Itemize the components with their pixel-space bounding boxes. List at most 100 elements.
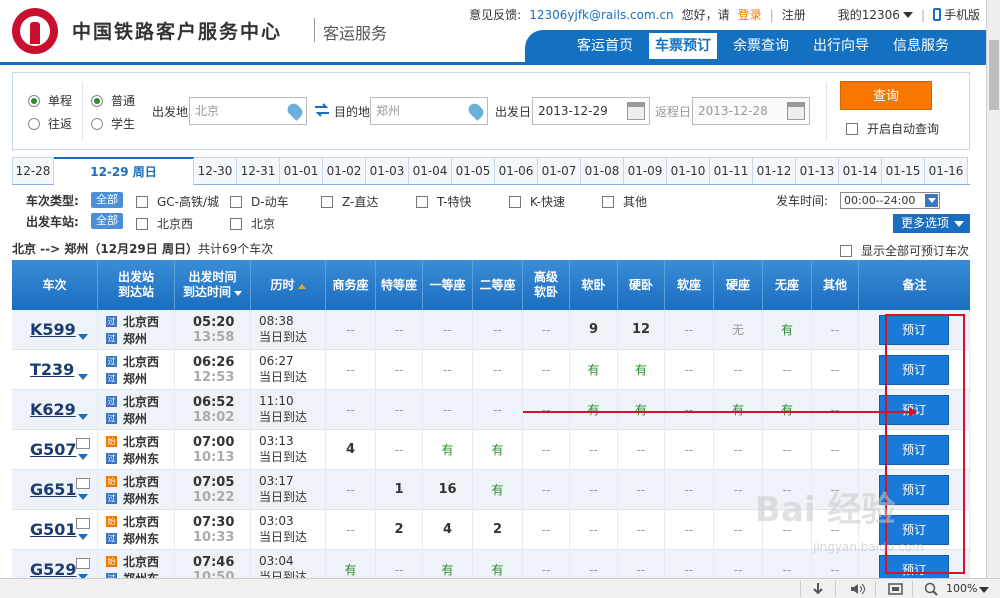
train-number-link[interactable]: G651 [30, 480, 77, 499]
nav-home[interactable]: 客运首页 [565, 33, 645, 59]
vertical-scrollbar[interactable] [986, 0, 1000, 578]
register-link[interactable]: 注册 [782, 6, 806, 23]
train-number-link[interactable]: T239 [30, 360, 74, 379]
to-input[interactable]: 郑州 [370, 97, 488, 125]
location-pin-icon[interactable] [466, 101, 486, 121]
nav-info-service[interactable]: 信息服务 [881, 33, 961, 59]
seat-availability: 9 [570, 310, 618, 349]
date-tab[interactable]: 01-06 [495, 157, 538, 184]
swap-icon[interactable] [314, 103, 330, 117]
radio-one-way[interactable]: 单程 [28, 92, 72, 109]
login-link[interactable]: 登录 [738, 6, 762, 23]
train-number-link[interactable]: G507 [30, 440, 77, 459]
train-number-link[interactable]: K629 [30, 400, 76, 419]
chevron-down-icon[interactable] [78, 454, 88, 460]
book-button[interactable]: 预订 [879, 434, 949, 465]
book-button[interactable]: 预订 [879, 314, 949, 345]
all-types-button[interactable]: 全部 [91, 192, 123, 208]
speaker-icon[interactable] [850, 582, 866, 596]
calendar-icon[interactable] [627, 102, 645, 120]
return-date-input[interactable]: 2013-12-28 [692, 97, 810, 125]
filter-station-beijing[interactable]: 北京 [230, 215, 275, 232]
arrival-day: 当日到达 [259, 570, 308, 578]
phone-icon [932, 8, 941, 21]
radio-student[interactable]: 学生 [91, 115, 135, 132]
book-button[interactable]: 预订 [879, 354, 949, 385]
date-tab[interactable]: 01-13 [796, 157, 839, 184]
nav-travel-guide[interactable]: 出行向导 [801, 33, 881, 59]
feedback-email-link[interactable]: 12306yjfk@rails.com.cn [529, 8, 673, 22]
query-button[interactable]: 查询 [840, 81, 932, 110]
date-tab[interactable]: 01-14 [839, 157, 882, 184]
seat-availability: 2 [376, 510, 423, 549]
train-number-link[interactable]: G529 [30, 560, 77, 578]
to-station: 过郑州东 [106, 490, 159, 507]
column-header[interactable]: 出发时间 到达时间 [175, 260, 251, 310]
mobile-link[interactable]: 手机版 [932, 6, 980, 23]
filter-t[interactable]: T-特快 [416, 193, 472, 210]
more-options-button[interactable]: 更多选项 [893, 214, 970, 233]
chevron-down-icon[interactable] [78, 334, 88, 340]
filter-d[interactable]: D-动车 [230, 193, 289, 210]
filter-gc[interactable]: GC-高铁/城 [136, 193, 219, 210]
railway-logo-icon[interactable] [12, 8, 58, 54]
date-tab[interactable]: 01-07 [538, 157, 581, 184]
radio-normal[interactable]: 普通 [91, 92, 135, 109]
sort-up-icon [297, 283, 306, 289]
chevron-down-icon[interactable] [78, 374, 88, 380]
show-all-bookable-checkbox[interactable]: 显示全部可预订车次 [840, 242, 969, 259]
depart-date-input[interactable]: 2013-12-29 [532, 97, 650, 125]
zoom-level[interactable]: 100% [946, 582, 977, 595]
date-tab[interactable]: 01-16 [925, 157, 968, 184]
date-tab[interactable]: 01-08 [581, 157, 624, 184]
train-number-link[interactable]: G501 [30, 520, 77, 539]
date-tab[interactable]: 01-10 [667, 157, 710, 184]
column-header: 软座 [665, 260, 714, 310]
date-tab[interactable]: 01-01 [280, 157, 323, 184]
scrollbar-thumb[interactable] [989, 40, 999, 110]
filter-z[interactable]: Z-直达 [321, 193, 378, 210]
date-tab[interactable]: 01-04 [409, 157, 452, 184]
nav-ticket-booking[interactable]: 车票预订 [649, 33, 717, 59]
calendar-icon[interactable] [787, 102, 805, 120]
date-tab[interactable]: 01-12 [753, 157, 796, 184]
all-stations-button[interactable]: 全部 [91, 213, 123, 229]
station-badge-icon: 过 [106, 315, 117, 327]
date-tab[interactable]: 01-15 [882, 157, 925, 184]
filter-other[interactable]: 其他 [602, 193, 647, 210]
chevron-down-icon[interactable] [78, 534, 88, 540]
seat-availability: -- [326, 350, 376, 389]
date-tab-active[interactable]: 12-29 周日 [54, 157, 194, 185]
my12306-menu[interactable]: 我的12306 [838, 6, 913, 23]
zoom-icon[interactable] [924, 582, 938, 596]
date-tab[interactable]: 01-03 [366, 157, 409, 184]
date-tab[interactable]: 12-30 [194, 157, 237, 184]
filter-station-beijingxi[interactable]: 北京西 [136, 215, 193, 232]
seat-availability: 2 [473, 510, 523, 549]
chevron-down-icon[interactable] [78, 414, 88, 420]
compatibility-view-icon[interactable] [888, 582, 904, 596]
depart-time: 07:05 [193, 474, 235, 490]
auto-query-checkbox[interactable]: 开启自动查询 [846, 120, 939, 137]
depart-time-select[interactable]: 00:00--24:00 [840, 192, 940, 209]
date-tab[interactable]: 01-11 [710, 157, 753, 184]
date-tab[interactable]: 12-31 [237, 157, 280, 184]
checkbox-icon [602, 195, 614, 208]
date-tab[interactable]: 12-28 [12, 157, 54, 184]
chevron-down-icon[interactable] [78, 494, 88, 500]
date-tab[interactable]: 01-05 [452, 157, 495, 184]
date-tab[interactable]: 01-02 [323, 157, 366, 184]
chevron-down-icon[interactable] [979, 587, 989, 593]
download-icon[interactable] [812, 582, 824, 596]
seat-availability: -- [523, 430, 570, 469]
location-pin-icon[interactable] [285, 101, 305, 121]
date-tab[interactable]: 01-09 [624, 157, 667, 184]
radio-round-trip[interactable]: 往返 [28, 115, 72, 132]
nav-remaining-tickets[interactable]: 余票查询 [721, 33, 801, 59]
date-tabs: 12-28 12-29 周日 12-30 12-31 01-01 01-02 0… [12, 157, 970, 185]
filter-k[interactable]: K-快速 [509, 193, 565, 210]
column-header[interactable]: 历时 [251, 260, 326, 310]
checkbox-label: D-动车 [251, 195, 289, 209]
train-number-link[interactable]: K599 [30, 320, 76, 339]
from-input[interactable]: 北京 [189, 97, 307, 125]
